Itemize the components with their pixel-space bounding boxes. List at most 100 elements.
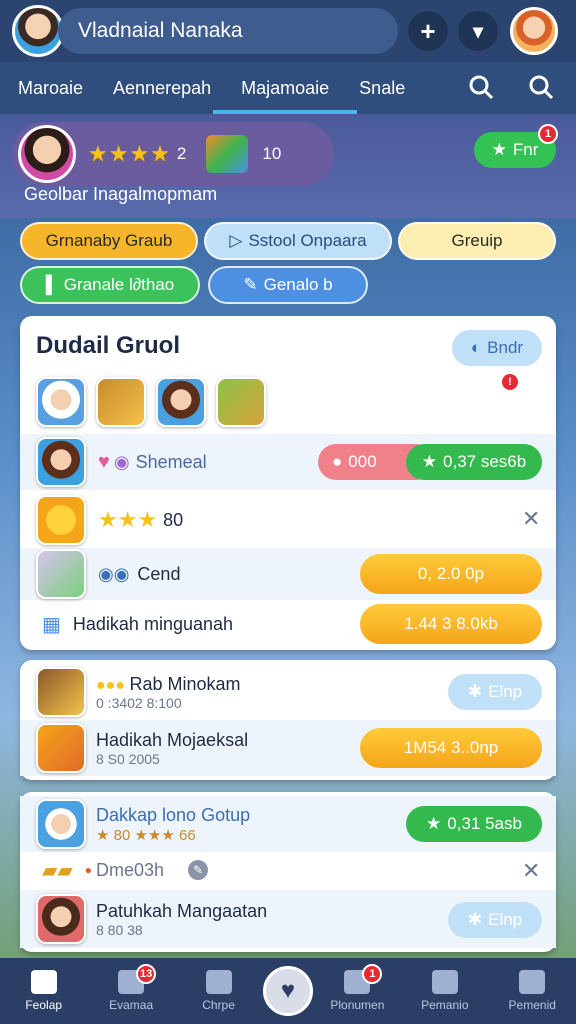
group-card-1: Dudail Gruol ◐ Bndr ! ♥ ◉ Shemeal ● 000 ★ 0… <box>20 316 556 650</box>
member-row-1-button[interactable]: ★ 0,37 ses6b <box>406 444 542 480</box>
member-row-4-button[interactable]: 1.44 3 8.0kb <box>360 604 542 644</box>
star-icon-2: ★ <box>421 452 438 471</box>
treasure-icon[interactable] <box>216 377 266 427</box>
member-avatar-2[interactable] <box>156 377 206 427</box>
nav-chat-label: Chrpe <box>202 998 235 1012</box>
group-card-3: Dakkap lono Gotup ★ 80 ★★★ 66 ★ 0,31 5asb… <box>20 792 556 952</box>
chip-0[interactable]: Grnanaby Graub <box>20 222 198 260</box>
nav-home[interactable]: Feolap <box>1 970 87 1012</box>
chip-2[interactable]: Greuip <box>398 222 556 260</box>
card2-row-1-texts: ●●● Rab Minokam 0 :3402 8:100 <box>96 674 241 711</box>
card2-row-2-sub: 8 S0 2005 <box>96 750 160 767</box>
card2-row-2-text: Hadikah Mojaeksal <box>96 729 249 750</box>
card3-row-3-sub: 8 80 38 <box>96 921 143 938</box>
search-icon[interactable] <box>468 74 494 100</box>
close-icon[interactable]: ✕ <box>522 506 540 532</box>
chip-1[interactable]: ▷ Sstool Onpaara <box>204 222 392 260</box>
add-button[interactable]: + <box>408 11 448 51</box>
chevron-down-icon: ▾ <box>472 20 484 43</box>
card2-row-2-texts: Hadikah Mojaeksal 8 S0 2005 <box>96 730 248 767</box>
chip-4-label: Genalo b <box>263 275 333 294</box>
star-icon-4: ★ <box>426 814 442 833</box>
player-avatar[interactable] <box>12 5 64 57</box>
member-avatar-4 <box>36 894 86 944</box>
card2-row-1-text: Rab Minokam <box>129 673 241 694</box>
heart-icon-2: ♥ <box>280 977 296 1004</box>
stars-icon: ★★★ <box>98 507 158 532</box>
player-name: Vladnaial Nanaka <box>78 19 243 42</box>
search-icon-2[interactable] <box>528 74 554 100</box>
member-row-3-button[interactable]: 0, 2.0 0p <box>360 554 542 594</box>
member-row-4-button-label: 1.44 3 8.0kb <box>404 614 498 633</box>
card2-row-2-button-label: 1M54 3..0np <box>403 738 499 757</box>
star-icon-3: ✱ <box>467 682 483 701</box>
card3-row-2-text: Dme03h <box>96 859 165 880</box>
top-bar: Vladnaial Nanaka + ▾ <box>0 0 576 62</box>
card3-row-1-button-label: 0,31 5asb <box>447 814 522 833</box>
gift-count: 10 <box>262 144 282 163</box>
pencil-icon: ✎ <box>243 275 258 294</box>
chest-icon <box>36 667 86 717</box>
tab-1[interactable]: Aennerepah <box>113 62 211 114</box>
globe-icon: ◉◉ <box>98 563 130 584</box>
member-row-3-button-label: 0, 2.0 0p <box>417 564 485 583</box>
star-icon-5: ✱ <box>467 910 483 929</box>
card2-row-1-button-label: Elnp <box>488 682 523 701</box>
member-avatar-3 <box>36 437 86 487</box>
nav-profile[interactable]: Pemenid <box>489 970 575 1012</box>
dot-icon: ● <box>332 452 343 471</box>
blocks-icon: ▦ <box>42 613 61 636</box>
tab-0[interactable]: Maroaie <box>18 62 83 114</box>
card3-row-1-button[interactable]: ★ 0,31 5asb <box>406 806 542 842</box>
card2-row-1-sub: 0 :3402 8:100 <box>96 694 182 711</box>
card3-row-3-text: Patuhkah Mangaatan <box>96 900 268 921</box>
card2-row-2-button[interactable]: 1M54 3..0np <box>360 728 542 768</box>
chip-4[interactable]: ✎ Genalo b <box>208 266 368 304</box>
profile-summary[interactable]: ★★★★ 2 10 <box>12 122 334 186</box>
chef-avatar <box>36 799 86 849</box>
nav-map-label: Pemanio <box>421 998 469 1012</box>
safe-icon[interactable] <box>96 377 146 427</box>
close-icon-2[interactable]: ✕ <box>522 858 540 884</box>
status-pill-red-label: 000 <box>348 452 377 471</box>
nav-map[interactable]: Pemanio <box>402 970 488 1012</box>
nav-events-label: Evamaa <box>109 998 154 1012</box>
card3-row-1-texts: Dakkap lono Gotup ★ 80 ★★★ 66 <box>96 805 250 844</box>
plus-icon: + <box>420 15 436 46</box>
nav-events[interactable]: Evamaa 13 <box>88 964 174 1012</box>
profile-avatar[interactable] <box>510 7 558 55</box>
person-icon <box>519 970 546 994</box>
card-alert-icon: ! <box>500 372 520 392</box>
tab-3[interactable]: Snale <box>359 62 405 114</box>
gift-icon <box>206 135 249 173</box>
chip-0-label: Grnanaby Graub <box>45 231 173 250</box>
card-title-button[interactable]: ◐ Bndr <box>452 330 542 366</box>
member-row-1-button-label: 0,37 ses6b <box>443 452 527 471</box>
card-title: Dudail Gruol <box>36 332 180 359</box>
edit-icon[interactable]: ✎ <box>188 860 209 880</box>
chip-2-label: Greuip <box>451 231 503 250</box>
member-row-2[interactable]: ★★★ 80 <box>20 492 556 548</box>
card3-row-3-button-label: Elnp <box>488 910 523 929</box>
star-rating-icon: ★★★★ <box>88 141 171 166</box>
card3-row-2[interactable]: ▰▰ ● Dme03h ✎ <box>20 852 556 888</box>
sun-star-icon <box>36 495 86 545</box>
player-name-pill[interactable]: Vladnaial Nanaka <box>58 8 398 54</box>
nav-profile-label: Pemenid <box>508 998 556 1012</box>
card-thumbs-row <box>20 372 556 432</box>
chip-3-label: Granale l∂thao <box>63 275 175 294</box>
nav-center-button[interactable]: ♥ <box>262 966 313 1016</box>
card3-row-1-text: Dakkap lono Gotup <box>96 804 251 825</box>
card3-row-3-button[interactable]: ✱ Elnp <box>448 902 542 938</box>
chip-3[interactable]: ▌ Granale l∂thao <box>20 266 200 304</box>
gem-icon: ◉ <box>113 451 130 472</box>
nav-chat[interactable]: Chrpe <box>176 970 262 1012</box>
tab-2[interactable]: Majamoaie <box>213 62 358 114</box>
member-row-2-value: 80 <box>163 509 184 530</box>
member-avatar[interactable] <box>36 377 86 427</box>
coins-icon: ●●● <box>96 676 125 694</box>
nav-messages[interactable]: Plonumen 1 <box>314 964 400 1012</box>
dropdown-button[interactable]: ▾ <box>458 11 498 51</box>
card2-row-1-button[interactable]: ✱ Elnp <box>448 674 542 710</box>
home-icon <box>30 970 57 994</box>
